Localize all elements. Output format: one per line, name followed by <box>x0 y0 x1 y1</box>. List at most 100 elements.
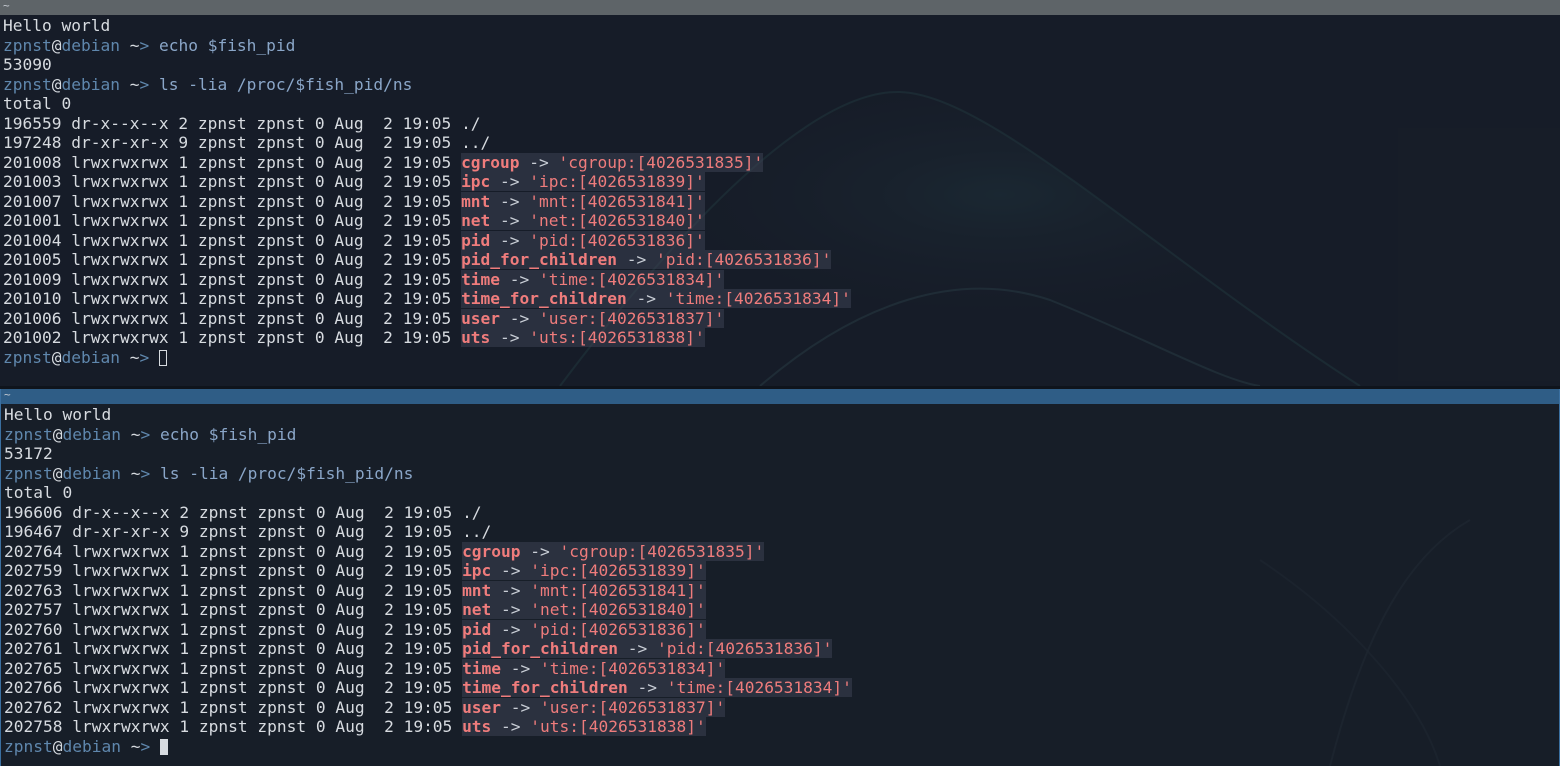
ls-row-target: 'user:[4026531837]' <box>540 697 726 717</box>
pid-output: 53090 <box>3 55 52 74</box>
prompt-line: zpnst@debian ~> <box>4 737 1559 757</box>
ls-row: 201006 lrwxrwxrwx 1 zpnst zpnst 0 Aug 2 … <box>3 308 1560 329</box>
prompt-host: debian <box>62 424 121 444</box>
symlink-arrow: -> <box>617 250 656 269</box>
ls-row: 201001 lrwxrwxrwx 1 zpnst zpnst 0 Aug 2 … <box>3 211 1560 231</box>
prompt-cwd: ~ <box>120 424 141 444</box>
ls-row: 196606 dr-x--x--x 2 zpnst zpnst 0 Aug 2 … <box>4 503 1559 523</box>
ls-row-meta: 196559 dr-x--x--x 2 zpnst zpnst 0 Aug 2 … <box>3 113 462 133</box>
ls-row-meta: 201006 lrwxrwxrwx 1 zpnst zpnst 0 Aug 2 … <box>3 308 462 328</box>
prompt-line: zpnst@debian ~> <box>3 348 1560 368</box>
pane-title-bar-top[interactable]: ~ <box>0 0 1560 15</box>
ls-row-meta: 202763 lrwxrwxrwx 1 zpnst zpnst 0 Aug 2 … <box>4 580 463 600</box>
symlink-arrow: -> <box>491 717 531 736</box>
ls-row-meta: 202764 lrwxrwxrwx 1 zpnst zpnst 0 Aug 2 … <box>4 541 463 561</box>
ls-row: 202761 lrwxrwxrwx 1 zpnst zpnst 0 Aug 2 … <box>4 639 1559 659</box>
ls-output-top: 196559 dr-x--x--x 2 zpnst zpnst 0 Aug 2 … <box>3 114 1560 348</box>
symlink-arrow: -> <box>519 152 559 172</box>
prompt-user: zpnst <box>4 463 53 483</box>
ls-row: 201008 lrwxrwxrwx 1 zpnst zpnst 0 Aug 2 … <box>3 152 1560 173</box>
ls-row-target: 'cgroup:[4026531835]' <box>558 152 764 172</box>
ls-row: 201010 lrwxrwxrwx 1 zpnst zpnst 0 Aug 2 … <box>3 289 1560 309</box>
total-line: total 0 <box>4 483 73 502</box>
symlink-arrow: -> <box>501 697 541 717</box>
ls-row-target: 'ipc:[4026531839]' <box>530 561 706 580</box>
ls-row-name: net <box>462 600 492 619</box>
prompt-user: zpnst <box>3 35 52 55</box>
ls-row-name: ../ <box>461 133 491 152</box>
ls-row: 202766 lrwxrwxrwx 1 zpnst zpnst 0 Aug 2 … <box>4 678 1559 698</box>
prompt-line: zpnst@debian ~> ls -lia /proc/$fish_pid/… <box>3 75 1560 95</box>
ls-row-target: 'pid:[4026531836]' <box>655 250 832 269</box>
ls-row: 201003 lrwxrwxrwx 1 zpnst zpnst 0 Aug 2 … <box>3 172 1560 192</box>
terminal-output-bottom[interactable]: Hello world zpnst@debian ~> echo $fish_p… <box>1 404 1559 756</box>
symlink-arrow: -> <box>618 639 657 658</box>
ls-row-name: time_for_children <box>461 289 627 308</box>
ls-row-meta: 201002 lrwxrwxrwx 1 zpnst zpnst 0 Aug 2 … <box>3 328 462 347</box>
symlink-arrow: -> <box>520 541 560 561</box>
symlink-arrow: -> <box>490 328 530 347</box>
ls-row: 196467 dr-xr-xr-x 9 zpnst zpnst 0 Aug 2 … <box>4 522 1559 542</box>
ls-row-target: 'time:[4026531834]' <box>540 658 726 678</box>
prompt-symbol: > <box>139 74 150 94</box>
ls-row-meta: 201007 lrwxrwxrwx 1 zpnst zpnst 0 Aug 2 … <box>3 191 462 211</box>
terminal-output-top[interactable]: Hello world zpnst@debian ~> echo $fish_p… <box>0 15 1560 367</box>
ls-row: 202758 lrwxrwxrwx 1 zpnst zpnst 0 Aug 2 … <box>4 717 1559 737</box>
ls-row-name: cgroup <box>461 152 520 172</box>
ls-row: 201009 lrwxrwxrwx 1 zpnst zpnst 0 Aug 2 … <box>3 269 1560 290</box>
symlink-arrow: -> <box>490 230 530 250</box>
desktop: ~ Hello world zpnst@debian ~> echo $fish… <box>0 0 1560 766</box>
prompt-host: debian <box>61 347 120 367</box>
total-line: total 0 <box>3 94 72 113</box>
ls-row-meta: 202759 lrwxrwxrwx 1 zpnst zpnst 0 Aug 2 … <box>4 561 463 580</box>
ls-row-name: user <box>461 308 501 328</box>
command-text: echo $fish_pid <box>158 35 296 55</box>
ls-row-name: ../ <box>462 522 492 541</box>
ls-row-name: uts <box>461 328 491 347</box>
prompt-cwd: ~ <box>119 74 140 94</box>
prompt-cwd: ~ <box>120 463 141 483</box>
ls-row-name: ./ <box>461 113 481 133</box>
ls-row-meta: 202761 lrwxrwxrwx 1 zpnst zpnst 0 Aug 2 … <box>4 639 463 658</box>
ls-row-meta: 201004 lrwxrwxrwx 1 zpnst zpnst 0 Aug 2 … <box>3 230 462 250</box>
ls-row-meta: 202760 lrwxrwxrwx 1 zpnst zpnst 0 Aug 2 … <box>4 619 463 639</box>
prompt-host: debian <box>62 463 121 483</box>
terminal-pane-bottom[interactable]: ~ Hello world zpnst@debian ~> echo $fish… <box>0 389 1560 766</box>
prompt-user: zpnst <box>3 74 52 94</box>
ls-row-name: ./ <box>462 502 482 522</box>
ls-row-meta: 202758 lrwxrwxrwx 1 zpnst zpnst 0 Aug 2 … <box>4 717 463 736</box>
symlink-arrow: -> <box>490 211 530 230</box>
ls-row-name: time <box>461 269 501 289</box>
terminal-cursor <box>158 349 167 366</box>
pane-title-bar-bottom[interactable]: ~ <box>1 389 1559 404</box>
prompt-cwd: ~ <box>119 35 140 55</box>
prompt-line: zpnst@debian ~> echo $fish_pid <box>3 36 1560 56</box>
ls-row: 202764 lrwxrwxrwx 1 zpnst zpnst 0 Aug 2 … <box>4 541 1559 562</box>
ls-row-meta: 201010 lrwxrwxrwx 1 zpnst zpnst 0 Aug 2 … <box>3 289 462 308</box>
prompt-cwd: ~ <box>120 736 141 756</box>
symlink-arrow: -> <box>627 678 667 697</box>
ls-row-target: 'uts:[4026531838]' <box>529 328 705 347</box>
symlink-arrow: -> <box>626 289 666 308</box>
ls-row-target: 'user:[4026531837]' <box>539 308 725 328</box>
ls-row-meta: 202757 lrwxrwxrwx 1 zpnst zpnst 0 Aug 2 … <box>4 600 463 619</box>
ls-row-name: time <box>462 658 502 678</box>
ls-row-meta: 197248 dr-xr-xr-x 9 zpnst zpnst 0 Aug 2 … <box>3 133 462 152</box>
ls-row-name: pid_for_children <box>462 639 618 658</box>
ls-row: 202757 lrwxrwxrwx 1 zpnst zpnst 0 Aug 2 … <box>4 600 1559 620</box>
ls-row-target: 'time:[4026531834]' <box>665 289 851 308</box>
ls-row: 202760 lrwxrwxrwx 1 zpnst zpnst 0 Aug 2 … <box>4 619 1559 640</box>
ls-row-name: ipc <box>462 561 492 580</box>
symlink-arrow: -> <box>490 172 530 191</box>
ls-row-target: 'ipc:[4026531839]' <box>529 172 705 191</box>
ls-row-target: 'pid:[4026531836]' <box>656 639 833 658</box>
ls-row: 202765 lrwxrwxrwx 1 zpnst zpnst 0 Aug 2 … <box>4 658 1559 679</box>
ls-row: 201004 lrwxrwxrwx 1 zpnst zpnst 0 Aug 2 … <box>3 230 1560 251</box>
ls-row-name: pid <box>461 230 491 250</box>
ls-row-target: 'mnt:[4026531841]' <box>530 580 706 600</box>
prompt-symbol: > <box>140 424 151 444</box>
ls-output-bottom: 196606 dr-x--x--x 2 zpnst zpnst 0 Aug 2 … <box>4 503 1559 737</box>
ls-row-meta: 201001 lrwxrwxrwx 1 zpnst zpnst 0 Aug 2 … <box>3 211 462 230</box>
ls-row: 201005 lrwxrwxrwx 1 zpnst zpnst 0 Aug 2 … <box>3 250 1560 270</box>
terminal-pane-top[interactable]: ~ Hello world zpnst@debian ~> echo $fish… <box>0 0 1560 386</box>
